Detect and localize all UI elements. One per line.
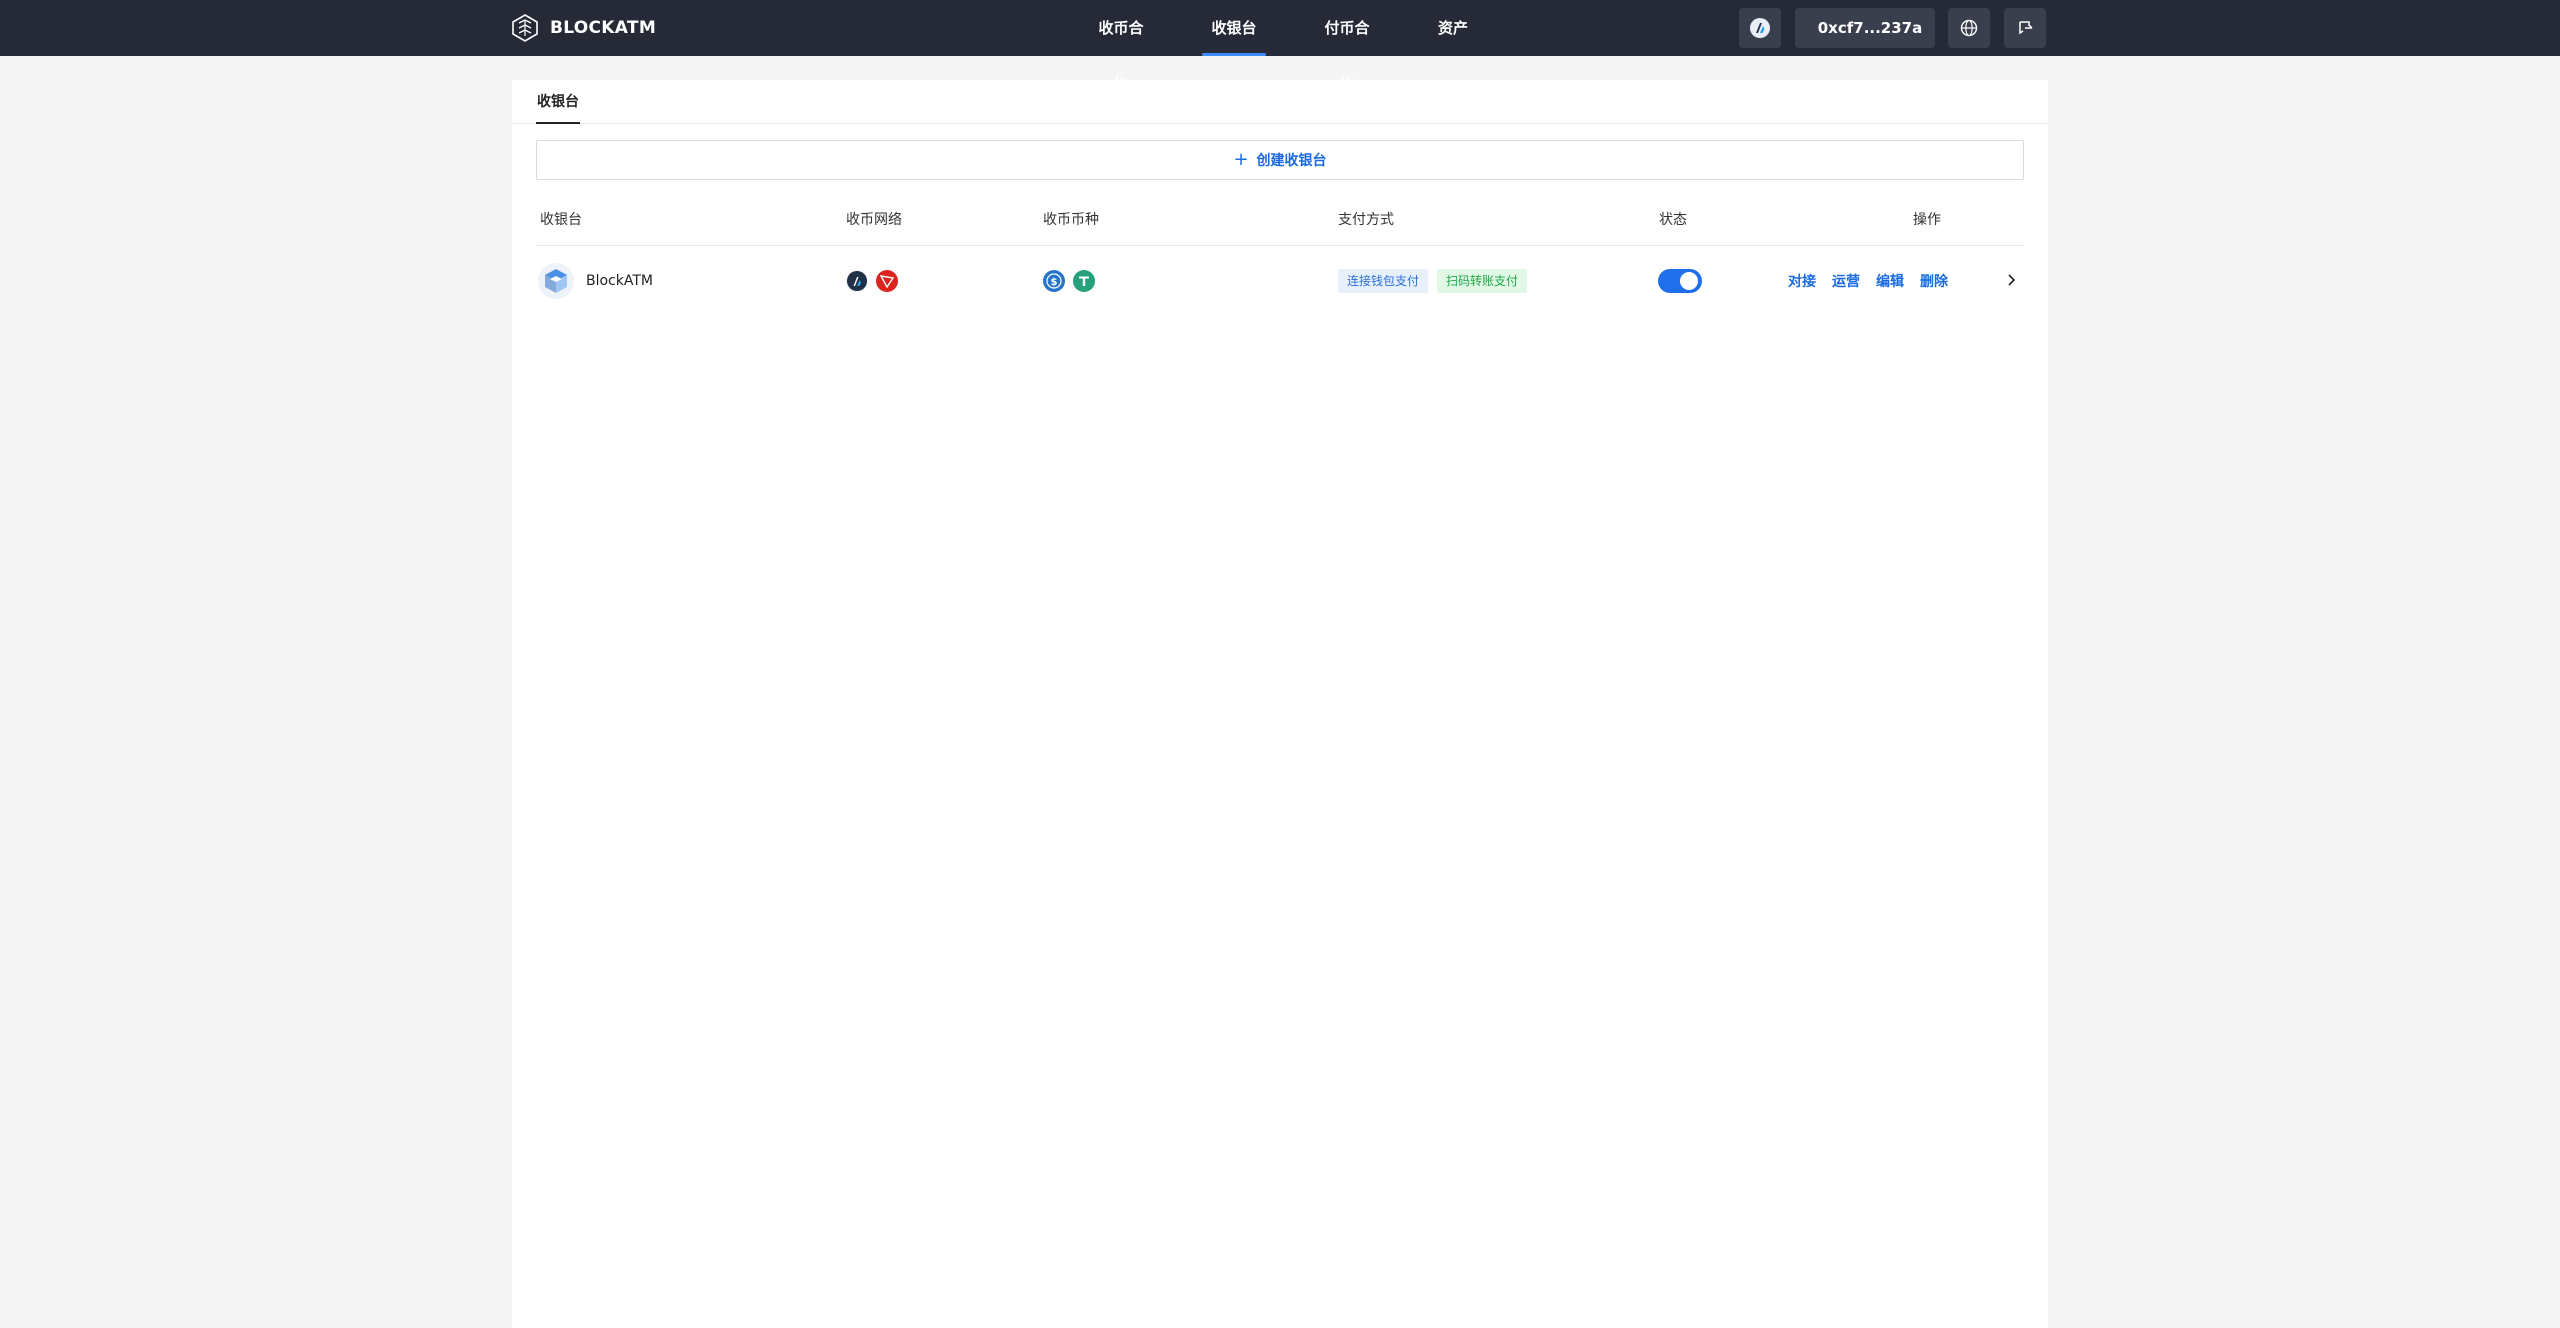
usdc-icon: $: [1043, 270, 1065, 292]
cashier-name: BlockATM: [586, 273, 653, 289]
actions-cell: 对接 运营 编辑 删除: [1788, 246, 1964, 316]
cube-logo-icon: [545, 269, 567, 293]
cashier-name-cell: BlockATM: [538, 246, 653, 316]
nav-link-cashier[interactable]: 收银台: [1202, 0, 1266, 56]
payment-tag-qr: 扫码转账支付: [1437, 269, 1528, 293]
nav-link-assets[interactable]: 资产: [1438, 0, 1468, 56]
action-edit[interactable]: 编辑: [1876, 271, 1904, 291]
create-cashier-label: 创建收银台: [1256, 153, 1327, 169]
expand-cell: [2006, 246, 2016, 316]
status-toggle[interactable]: [1658, 269, 1702, 293]
svg-text:$: $: [1051, 277, 1058, 288]
nav-link-receive-contract[interactable]: 收币合约: [1092, 0, 1150, 93]
logout-button[interactable]: [2004, 8, 2046, 48]
create-cashier-button[interactable]: + 创建收银台: [536, 140, 2024, 180]
payment-tag-wallet: 连接钱包支付: [1338, 269, 1429, 293]
network-switch-button[interactable]: [1739, 8, 1781, 48]
tab-cashier[interactable]: 收银台: [536, 92, 580, 124]
language-button[interactable]: [1948, 8, 1990, 48]
tab-bar: 收银台: [512, 80, 2048, 124]
column-header-network: 收币网络: [846, 212, 902, 228]
action-delete[interactable]: 删除: [1920, 271, 1948, 291]
table-header: 收银台 收币网络 收币币种 支付方式 状态 操作: [536, 200, 2024, 246]
network-cell: [846, 246, 906, 316]
table-row: BlockATM $ 连接钱包支付 扫码转账支付 对接 运营 编辑 删除: [536, 246, 2024, 316]
tron-icon: [876, 270, 898, 292]
status-cell: [1658, 246, 1702, 316]
blockatm-avatar: [538, 263, 574, 299]
nav-link-pay-contract[interactable]: 付币合约: [1318, 0, 1376, 93]
arbitrum-icon: [846, 270, 868, 292]
column-header-coin: 收币币种: [1043, 212, 1099, 228]
arbitrum-icon: [1750, 18, 1770, 38]
exit-icon: [2019, 21, 2033, 35]
wallet-address: 0xcf7...237a: [1817, 19, 1923, 37]
payment-method-cell: 连接钱包支付 扫码转账支付: [1338, 246, 1536, 316]
column-header-status: 状态: [1659, 212, 1687, 228]
usdt-icon: [1073, 270, 1095, 292]
column-header-cashier: 收银台: [540, 212, 582, 228]
plus-icon: +: [1233, 149, 1249, 170]
action-integrate[interactable]: 对接: [1788, 271, 1816, 291]
wallet-button[interactable]: 0xcf7...237a: [1795, 8, 1935, 48]
top-navbar: BLOCKATM 收币合约 收银台 付币合约 资产 0xcf7...237a: [0, 0, 2560, 93]
main-nav: 收币合约 收银台 付币合约 资产: [0, 0, 2560, 93]
column-header-payment-method: 支付方式: [1338, 212, 1394, 228]
coin-cell: $: [1043, 246, 1103, 316]
globe-icon: [1960, 19, 1978, 37]
chevron-right-icon[interactable]: [2006, 272, 2016, 291]
column-header-actions: 操作: [1913, 212, 1941, 228]
cashier-card: 收银台 + 创建收银台 收银台 收币网络 收币币种 支付方式 状态 操作 Blo…: [512, 80, 2048, 1328]
action-operate[interactable]: 运营: [1832, 271, 1860, 291]
toggle-knob: [1680, 272, 1698, 290]
